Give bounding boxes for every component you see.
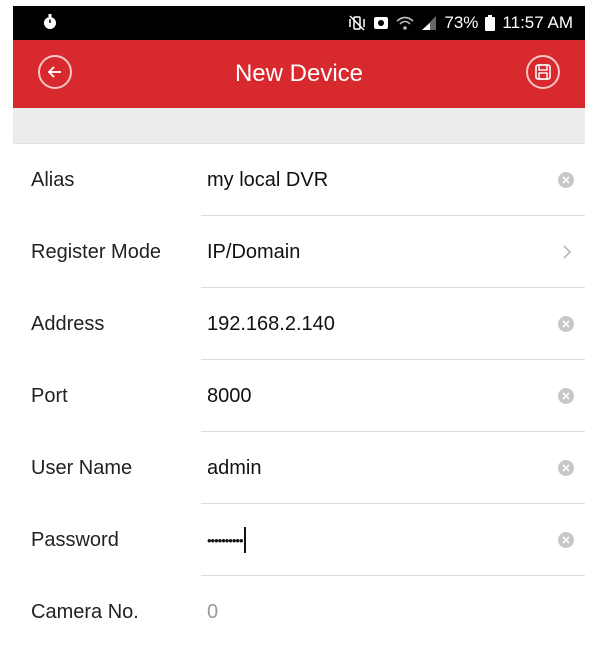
status-icons: 73% 11:57 AM [348, 11, 573, 35]
port-label: Port [31, 385, 68, 407]
section-spacer [13, 108, 585, 144]
register-mode-label: Register Mode [31, 241, 162, 263]
form-row-password: Password •••••••••• [13, 504, 585, 576]
user-name-field[interactable]: admin [207, 432, 527, 504]
signal-icon [420, 14, 438, 32]
save-button[interactable] [526, 55, 560, 89]
address-label: Address [31, 313, 105, 335]
form-row-address: Address 192.168.2.140 [13, 288, 585, 360]
chevron-right-icon[interactable] [561, 243, 573, 261]
clock-time: 11:57 AM [502, 13, 573, 32]
password-label: Password [31, 529, 119, 551]
register-mode-select[interactable]: IP/Domain [207, 216, 527, 288]
form-row-alias: Alias my local DVR [13, 144, 585, 216]
app-screen: 73% 11:57 AM New Device Alias my local D… [13, 0, 585, 643]
address-field[interactable]: 192.168.2.140 [207, 288, 527, 360]
wifi-icon [396, 14, 414, 32]
clear-icon[interactable] [557, 387, 575, 405]
user-name-label: User Name [31, 457, 133, 479]
status-bar: 73% 11:57 AM [13, 6, 585, 40]
clear-icon[interactable] [557, 459, 575, 477]
clear-icon[interactable] [557, 531, 575, 549]
mute-vibrate-icon [348, 14, 366, 32]
page-title: New Device [234, 60, 364, 87]
port-field[interactable]: 8000 [207, 360, 527, 432]
form-row-camera-no: Camera No. 0 [13, 576, 585, 648]
clear-icon[interactable] [557, 171, 575, 189]
save-icon [534, 63, 552, 81]
form-row-register-mode[interactable]: Register Mode IP/Domain [13, 216, 585, 288]
password-mask: •••••••••• [207, 532, 244, 548]
camera-no-value: 0 [207, 600, 219, 623]
app-bar: New Device [13, 40, 585, 108]
alarm-icon [372, 14, 390, 32]
stopwatch-icon [41, 13, 59, 31]
alias-label: Alias [31, 169, 75, 191]
clear-icon[interactable] [557, 315, 575, 333]
device-form: Alias my local DVR Register Mode IP/Doma… [13, 144, 585, 648]
text-cursor [243, 527, 246, 553]
alias-field[interactable]: my local DVR [207, 144, 527, 216]
camera-no-label: Camera No. [31, 601, 139, 623]
battery-icon [484, 14, 496, 32]
password-field[interactable]: •••••••••• [207, 504, 527, 576]
form-row-user-name: User Name admin [13, 432, 585, 504]
form-row-port: Port 8000 [13, 360, 585, 432]
battery-percentage: 73% [444, 13, 479, 32]
